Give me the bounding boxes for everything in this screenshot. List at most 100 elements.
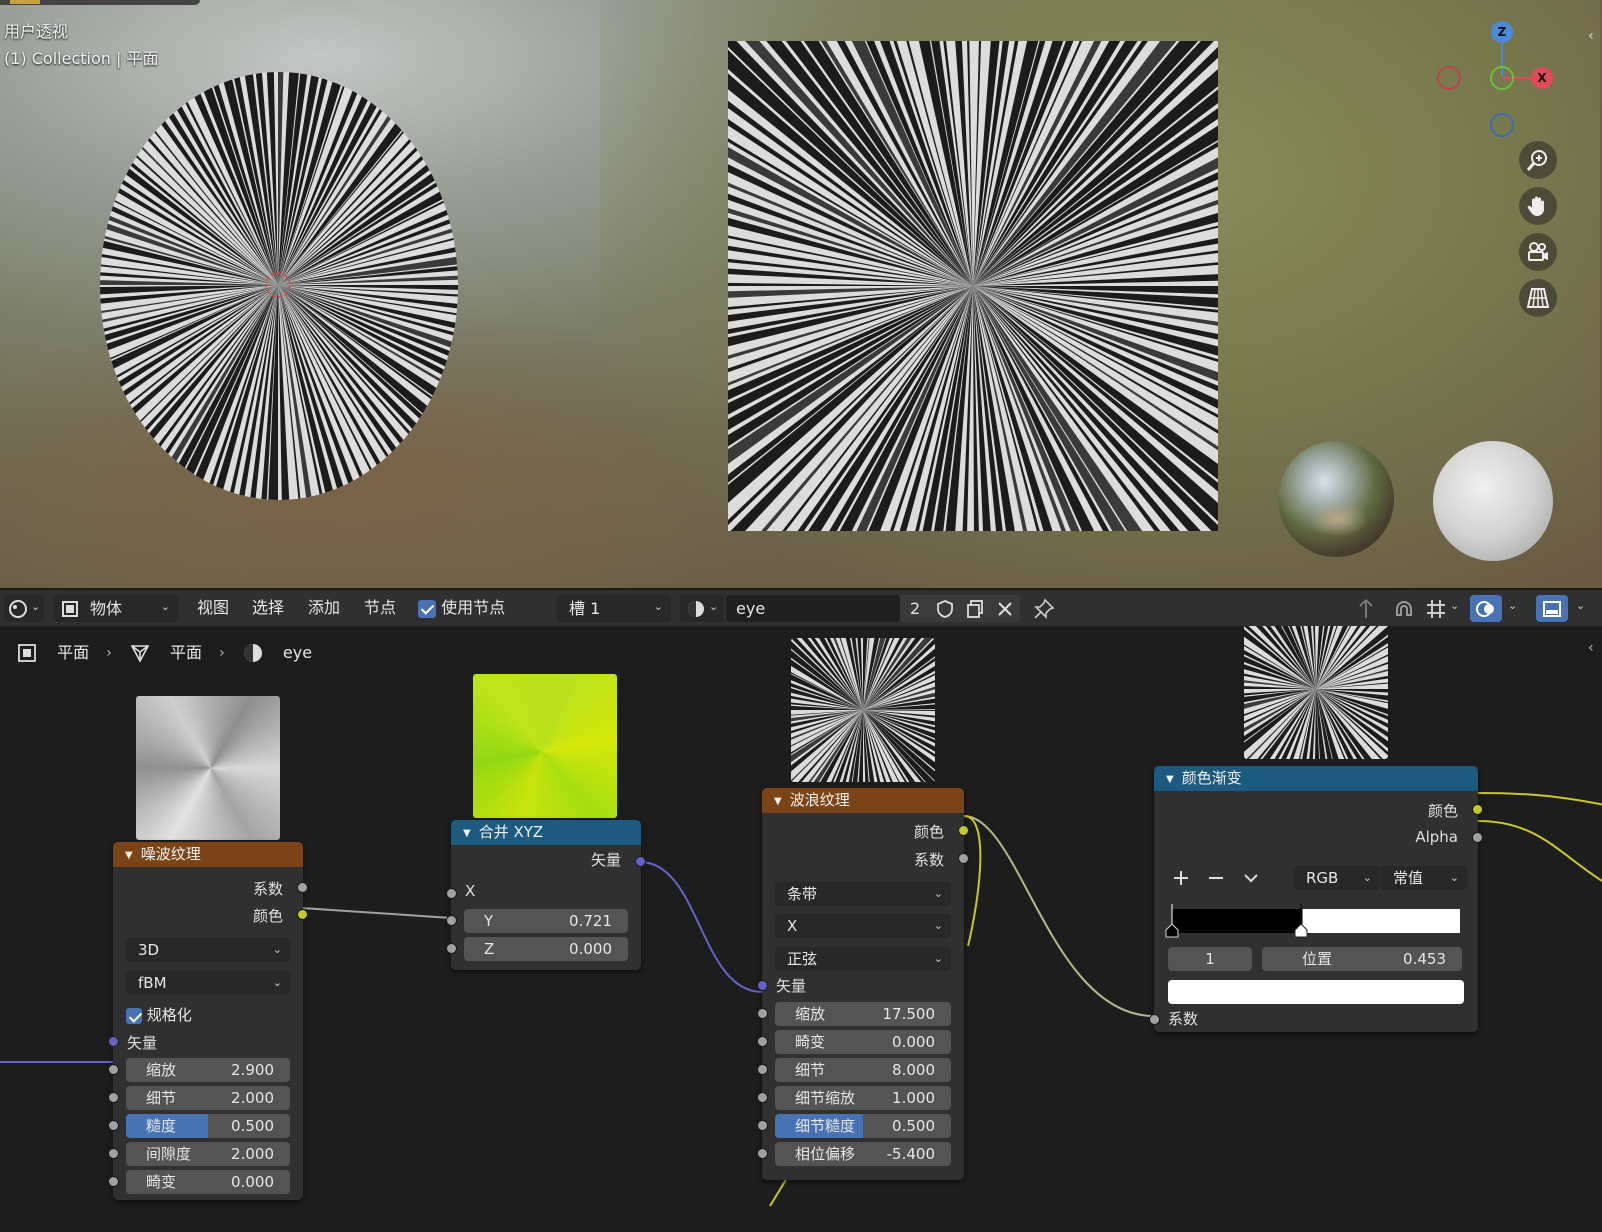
noise-roughness-field[interactable]: 糙度 0.500	[126, 1114, 290, 1138]
ramp-out-alpha-socket[interactable]	[1472, 832, 1483, 843]
parent-node-tree-icon[interactable]	[1354, 597, 1378, 621]
plane-object[interactable]	[728, 41, 1218, 531]
combine-z-field[interactable]: Z 0.000	[464, 937, 628, 961]
ramp-stop-0-handle[interactable]	[1165, 904, 1179, 938]
collapse-chevron-icon[interactable]: ▼	[1166, 767, 1174, 792]
slot-dropdown[interactable]: 槽 1 ⌄	[557, 595, 671, 622]
combine-in-y-socket[interactable]	[446, 915, 457, 926]
wave-scale-field[interactable]: 缩放 17.500	[775, 1002, 951, 1026]
ramp-in-fac-socket[interactable]	[1149, 1014, 1160, 1025]
noise-in-lacunarity-socket[interactable]	[108, 1148, 119, 1159]
collapse-chevron-icon[interactable]: ▼	[125, 843, 133, 868]
noise-node-header[interactable]: ▼ 噪波纹理	[113, 842, 303, 867]
3d-viewport[interactable]: 用户透视 (1) Collection | 平面 Z X ‹	[0, 0, 1602, 588]
ramp-gradient-bar[interactable]	[1172, 909, 1460, 933]
pin-icon[interactable]	[1033, 598, 1055, 620]
ramp-stop-1-handle[interactable]	[1294, 904, 1308, 938]
wave-detail-roughness-field[interactable]: 细节糙度 0.500	[775, 1114, 951, 1138]
wave-direction-select[interactable]: X ⌄	[775, 914, 951, 938]
wave-texture-node[interactable]: ▼ 波浪纹理 颜色 系数 条带 ⌄ X ⌄ 正弦 ⌄ 矢量 缩放 17.500 畸变 0.0…	[757, 788, 969, 1180]
wave-detail-field[interactable]: 细节 8.000	[775, 1058, 951, 1082]
menu-add[interactable]: 添加	[308, 590, 340, 626]
noise-in-scale-socket[interactable]	[108, 1064, 119, 1075]
noise-texture-node[interactable]: ▼ 噪波纹理 系数 颜色 3D ⌄ fBM ⌄ 规格化 矢量 缩放 2.900 细节 2.…	[108, 842, 308, 1200]
fake-user-shield-icon[interactable]	[930, 595, 960, 622]
noise-in-distortion-socket[interactable]	[108, 1176, 119, 1187]
collapse-chevron-icon[interactable]: ▼	[463, 821, 471, 846]
ramp-stop-color-swatch[interactable]	[1168, 980, 1464, 1004]
wave-profile-select[interactable]: 正弦 ⌄	[775, 947, 951, 971]
wave-in-vector-socket[interactable]	[757, 980, 768, 991]
wave-in-detail-roughness-socket[interactable]	[757, 1120, 768, 1131]
gizmo-z-label[interactable]: Z	[1490, 20, 1514, 44]
combine-out-vector-socket[interactable]	[635, 856, 646, 867]
noise-type-select[interactable]: fBM ⌄	[126, 971, 290, 995]
noise-normalize-toggle[interactable]: 规格化	[126, 1004, 192, 1025]
ramp-position-field[interactable]: 位置 0.453	[1262, 947, 1462, 971]
menu-node[interactable]: 节点	[364, 590, 396, 626]
material-name-field[interactable]: eye	[726, 595, 900, 622]
noise-detail-field[interactable]: 细节 2.000	[126, 1086, 290, 1110]
user-count-button[interactable]: 2	[900, 595, 930, 622]
menu-select[interactable]: 选择	[252, 590, 284, 626]
wave-out-fac-socket[interactable]	[958, 853, 969, 864]
object-mode-dropdown[interactable]: 物体 ⌄	[54, 595, 178, 622]
camera-icon[interactable]	[1519, 233, 1557, 271]
disk-object[interactable]	[100, 72, 458, 500]
noise-lacunarity-field[interactable]: 间隙度 2.000	[126, 1142, 290, 1166]
chevron-down-icon[interactable]	[1242, 869, 1260, 887]
combine-in-x-socket[interactable]	[446, 888, 457, 899]
snap-grid-icon[interactable]	[1424, 597, 1448, 621]
chevron-down-icon[interactable]: ⌄	[1508, 599, 1517, 612]
wave-phase-offset-field[interactable]: 相位偏移 -5.400	[775, 1142, 951, 1166]
noise-in-detail-socket[interactable]	[108, 1092, 119, 1103]
add-stop-icon[interactable]	[1172, 869, 1190, 887]
noise-normalize-checkbox[interactable]	[126, 1007, 142, 1024]
ramp-interpolation-select[interactable]: 常值 ⌄	[1381, 866, 1467, 890]
sidebar-toggle-icon[interactable]: ‹	[1588, 640, 1594, 656]
combine-y-field[interactable]: Y 0.721	[464, 909, 628, 933]
wave-distortion-field[interactable]: 畸变 0.000	[775, 1030, 951, 1054]
grid-icon[interactable]	[1519, 279, 1557, 317]
zoom-icon[interactable]	[1519, 141, 1557, 179]
duplicate-icon[interactable]	[960, 595, 990, 622]
pan-hand-icon[interactable]	[1519, 187, 1557, 225]
wave-out-color-socket[interactable]	[958, 825, 969, 836]
noise-dimensions-select[interactable]: 3D ⌄	[126, 938, 290, 962]
chevron-down-icon[interactable]: ⌄	[1576, 599, 1585, 612]
editor-type-dropdown[interactable]: ⌄	[4, 595, 44, 622]
noise-in-roughness-socket[interactable]	[108, 1120, 119, 1131]
overlay-toggle-button[interactable]	[1470, 595, 1502, 622]
combine-node-header[interactable]: ▼ 合并 XYZ	[451, 820, 641, 845]
combine-xyz-node[interactable]: ▼ 合并 XYZ 矢量 X Y 0.721 Z 0.000	[446, 820, 646, 970]
unlink-close-icon[interactable]	[990, 595, 1020, 622]
wave-in-detail-scale-socket[interactable]	[757, 1092, 768, 1103]
ramp-stop-index-field[interactable]: 1	[1168, 947, 1252, 971]
menu-view[interactable]: 视图	[197, 590, 229, 626]
wave-node-header[interactable]: ▼ 波浪纹理	[762, 788, 964, 813]
noise-in-vector-socket[interactable]	[108, 1036, 119, 1047]
remove-stop-icon[interactable]	[1207, 869, 1225, 887]
magnet-snap-icon[interactable]	[1392, 597, 1416, 621]
noise-distortion-field[interactable]: 畸变 0.000	[126, 1170, 290, 1194]
wave-in-scale-socket[interactable]	[757, 1008, 768, 1019]
material-browse-button[interactable]: ⌄	[680, 595, 724, 622]
ramp-out-color-socket[interactable]	[1472, 804, 1483, 815]
collapse-chevron-icon[interactable]: ▼	[774, 789, 782, 814]
node-editor-canvas[interactable]: 平面 › 平面 › eye ‹ ▼ 噪波纹理 系数 颜色 3D ⌄ fBM ⌄ 规格化…	[0, 626, 1602, 1232]
combine-in-z-socket[interactable]	[446, 943, 457, 954]
wave-in-detail-socket[interactable]	[757, 1064, 768, 1075]
noise-scale-field[interactable]: 缩放 2.900	[126, 1058, 290, 1082]
wave-detail-scale-field[interactable]: 细节缩放 1.000	[775, 1086, 951, 1110]
noise-out-color-socket[interactable]	[297, 909, 308, 920]
wave-in-phase-socket[interactable]	[757, 1148, 768, 1159]
gizmo-x-label[interactable]: X	[1530, 66, 1554, 90]
ramp-color-mode-select[interactable]: RGB ⌄	[1294, 866, 1380, 890]
use-nodes-checkbox[interactable]	[418, 599, 436, 618]
wave-in-distortion-socket[interactable]	[757, 1036, 768, 1047]
backdrop-toggle-button[interactable]	[1536, 595, 1568, 622]
ramp-node-header[interactable]: ▼ 颜色渐变	[1154, 766, 1478, 791]
sidebar-toggle-icon[interactable]: ‹	[1588, 28, 1594, 44]
color-ramp-node[interactable]: ▼ 颜色渐变 颜色 Alpha RGB ⌄ 常值 ⌄ 1 位置 0.453 系数	[1149, 766, 1483, 1032]
chevron-down-icon[interactable]: ⌄	[1450, 599, 1459, 612]
